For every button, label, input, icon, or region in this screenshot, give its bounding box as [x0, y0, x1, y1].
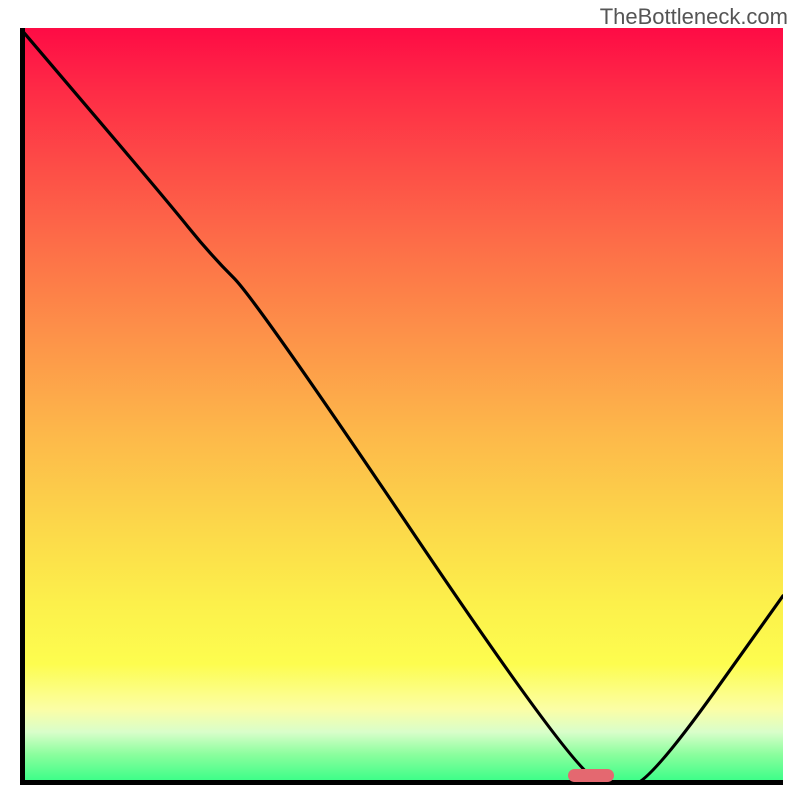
watermark-label: TheBottleneck.com	[600, 4, 788, 30]
optimal-point-marker	[568, 769, 614, 782]
plot-area	[20, 28, 783, 785]
chart-container: TheBottleneck.com	[0, 0, 800, 800]
bottleneck-curve	[20, 28, 783, 785]
